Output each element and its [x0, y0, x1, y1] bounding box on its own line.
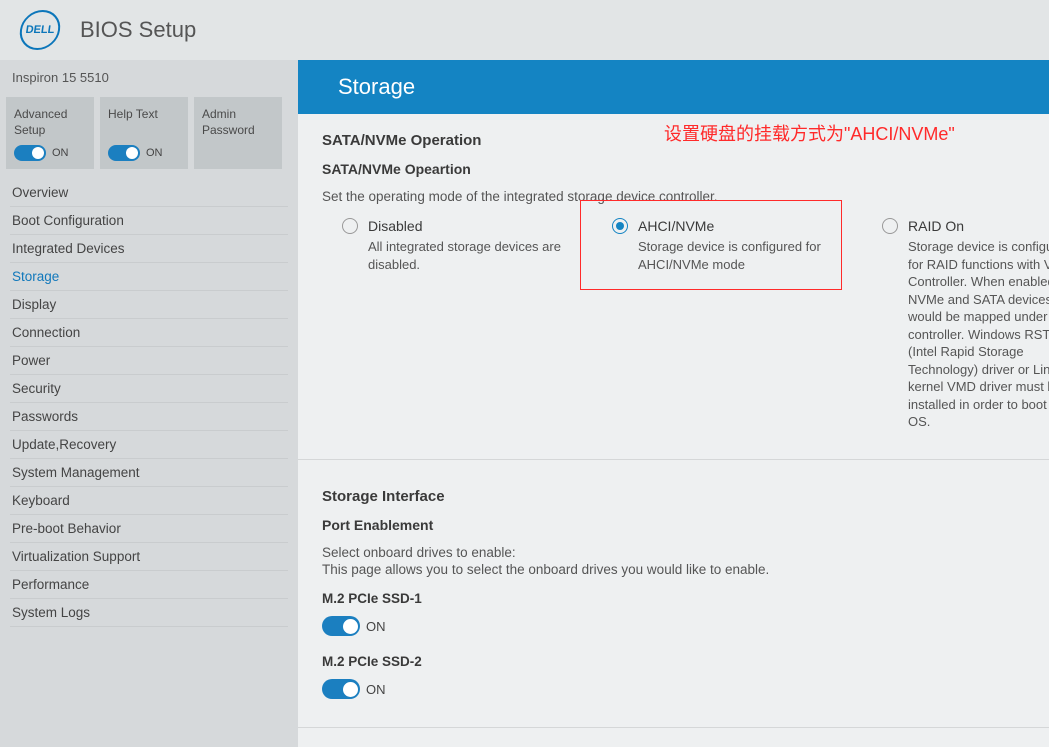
sidebar-item-boot-configuration[interactable]: Boot Configuration — [10, 207, 288, 235]
radio-label: RAID On — [908, 218, 964, 234]
divider — [298, 727, 1049, 728]
radio-desc: Storage device is configured for RAID fu… — [908, 238, 1049, 431]
sidebar-item-keyboard[interactable]: Keyboard — [10, 487, 288, 515]
radio-group: Disabled All integrated storage devices … — [322, 218, 1025, 431]
ssd-2-block: M.2 PCIe SSD-2 ON — [322, 654, 1025, 699]
sidebar-nav: OverviewBoot ConfigurationIntegrated Dev… — [0, 179, 298, 627]
model-label: Inspiron 15 5510 — [0, 60, 298, 95]
tile-admin-password[interactable]: Admin Password — [194, 97, 282, 169]
ssd-label: M.2 PCIe SSD-1 — [322, 591, 1025, 606]
section-header: SATA/NVMe Operation — [322, 132, 1025, 149]
radio-option-disabled[interactable]: Disabled All integrated storage devices … — [342, 218, 582, 431]
ssd-label: M.2 PCIe SSD-2 — [322, 654, 1025, 669]
radio-desc: Storage device is configured for AHCI/NV… — [638, 238, 852, 273]
bios-header: DELL BIOS Setup — [0, 0, 1049, 60]
toggle-state: ON — [366, 619, 386, 634]
toggle-tiles: Advanced Setup ON Help Text ON Admin Pas… — [0, 95, 298, 179]
sidebar-item-power[interactable]: Power — [10, 347, 288, 375]
sidebar-item-update-recovery[interactable]: Update,Recovery — [10, 431, 288, 459]
section-desc: Set the operating mode of the integrated… — [322, 189, 1025, 204]
sub-header: SATA/NVMe Opeartion — [322, 161, 1025, 177]
tile-help-text[interactable]: Help Text ON — [100, 97, 188, 169]
ssd-1-block: M.2 PCIe SSD-1 ON — [322, 591, 1025, 636]
sidebar: Inspiron 15 5510 Advanced Setup ON Help … — [0, 60, 298, 747]
sidebar-item-security[interactable]: Security — [10, 375, 288, 403]
toggle-ssd-1[interactable] — [322, 616, 360, 636]
radio-label: AHCI/NVMe — [638, 218, 714, 234]
toggle-state: ON — [52, 147, 69, 159]
tile-label: Admin Password — [202, 107, 274, 139]
toggle-state: ON — [366, 682, 386, 697]
desc-line-1: Select onboard drives to enable: — [322, 545, 1025, 560]
storage-interface-section: Storage Interface Port Enablement Select… — [298, 470, 1049, 717]
radio-desc: All integrated storage devices are disab… — [368, 238, 582, 273]
content-area: Storage SATA/NVMe Operation SATA/NVMe Op… — [298, 60, 1049, 747]
toggle-ssd-2[interactable] — [322, 679, 360, 699]
bios-title: BIOS Setup — [80, 17, 196, 43]
radio-label: Disabled — [368, 218, 422, 234]
sidebar-item-pre-boot-behavior[interactable]: Pre-boot Behavior — [10, 515, 288, 543]
toggle-state: ON — [146, 147, 163, 159]
sidebar-item-display[interactable]: Display — [10, 291, 288, 319]
section-header: Storage Interface — [322, 488, 1025, 505]
tile-label: Advanced Setup — [14, 107, 86, 139]
sidebar-item-virtualization-support[interactable]: Virtualization Support — [10, 543, 288, 571]
sidebar-item-performance[interactable]: Performance — [10, 571, 288, 599]
sidebar-item-integrated-devices[interactable]: Integrated Devices — [10, 235, 288, 263]
sidebar-item-connection[interactable]: Connection — [10, 319, 288, 347]
sidebar-item-passwords[interactable]: Passwords — [10, 403, 288, 431]
radio-icon[interactable] — [882, 218, 898, 234]
radio-option-ahci[interactable]: AHCI/NVMe Storage device is configured f… — [612, 218, 852, 431]
sidebar-item-system-management[interactable]: System Management — [10, 459, 288, 487]
desc-line-2: This page allows you to select the onboa… — [322, 562, 1025, 577]
smart-section: SMART Reporting — [298, 738, 1049, 747]
sidebar-item-overview[interactable]: Overview — [10, 179, 288, 207]
radio-icon[interactable] — [612, 218, 628, 234]
sidebar-item-system-logs[interactable]: System Logs — [10, 599, 288, 627]
toggle-advanced-setup[interactable] — [14, 145, 46, 161]
divider — [298, 459, 1049, 460]
tile-advanced-setup[interactable]: Advanced Setup ON — [6, 97, 94, 169]
page-title: Storage — [298, 60, 1049, 114]
tile-label: Help Text — [108, 107, 180, 139]
sidebar-item-storage[interactable]: Storage — [10, 263, 288, 291]
dell-logo: DELL — [17, 10, 63, 50]
sata-section: SATA/NVMe Operation SATA/NVMe Opeartion … — [298, 114, 1049, 449]
port-enablement-header: Port Enablement — [322, 517, 1025, 533]
radio-option-raid[interactable]: RAID On Storage device is configured for… — [882, 218, 1049, 431]
toggle-help-text[interactable] — [108, 145, 140, 161]
radio-icon[interactable] — [342, 218, 358, 234]
